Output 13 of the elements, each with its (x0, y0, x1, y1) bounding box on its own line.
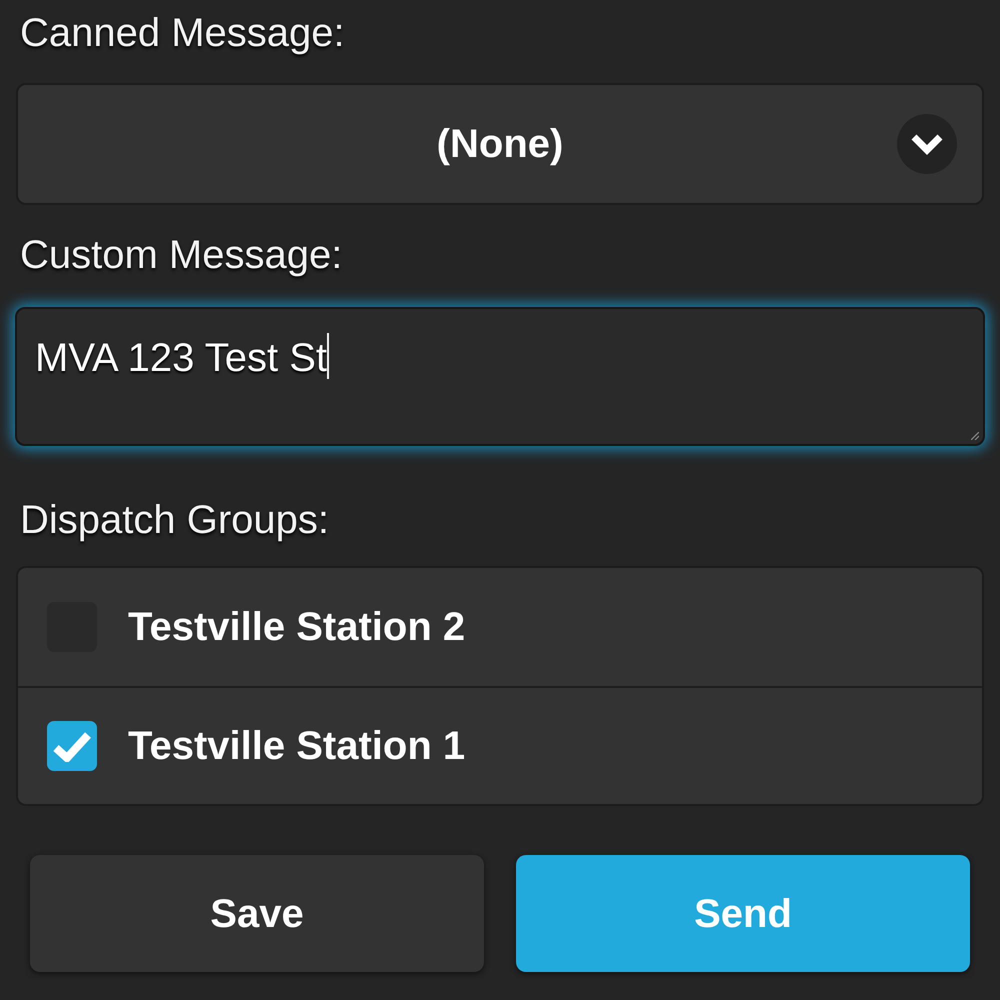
resize-grip-icon (971, 432, 979, 440)
group-label: Testville Station 1 (128, 723, 466, 769)
check-icon (53, 730, 91, 762)
message-field[interactable]: MVA 123 Test St (15, 307, 985, 446)
canned-message-label: Canned Message: (20, 10, 346, 56)
canned-message-select[interactable]: (None) (16, 83, 984, 205)
chevron-down-icon (897, 114, 957, 174)
text-cursor (327, 333, 330, 379)
save-button[interactable]: Save (30, 855, 484, 972)
dispatch-groups-label: Dispatch Groups: (20, 497, 330, 543)
checkbox[interactable] (47, 721, 97, 771)
custom-message-label: Custom Message: (20, 232, 344, 278)
group-label: Testville Station 2 (128, 604, 466, 650)
